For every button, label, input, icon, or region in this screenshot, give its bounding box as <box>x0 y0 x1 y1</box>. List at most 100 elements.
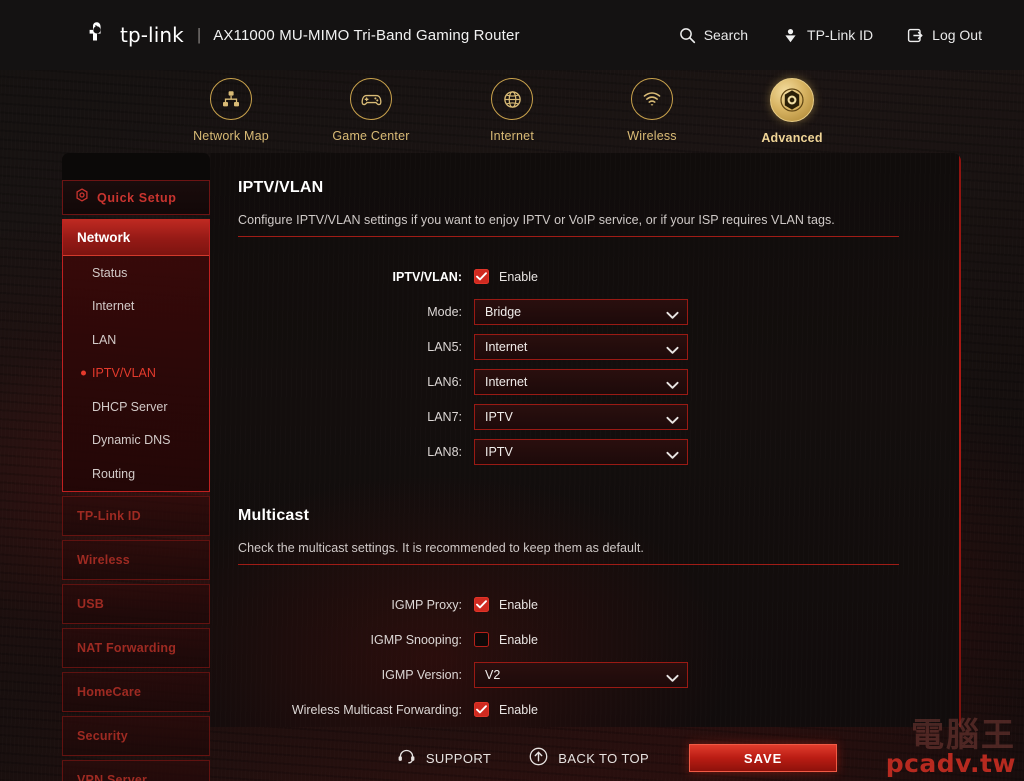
sidebar-group-network: Network Status Internet LAN IPTV/VLAN DH… <box>62 219 210 492</box>
logout-label: Log Out <box>932 27 982 43</box>
tplink-id-label: TP-Link ID <box>807 27 874 43</box>
lan6-label: LAN6: <box>427 374 462 389</box>
footer-bar: SUPPORT BACK TO TOP SAVE <box>210 735 1024 781</box>
chevron-down-icon <box>666 447 679 459</box>
multicast-title: Multicast <box>238 507 310 524</box>
brand-separator: | <box>196 25 202 44</box>
sidebar-subitem-label: Routing <box>92 466 136 481</box>
page-title: IPTV/VLAN <box>238 179 324 196</box>
sidebar-item-security[interactable]: Security <box>62 715 210 756</box>
igmp-proxy-label: IGMP Proxy: <box>391 597 462 612</box>
mode-label: Mode: <box>427 304 462 319</box>
section-divider <box>238 236 899 237</box>
search-button[interactable]: Search <box>679 27 748 44</box>
sidebar-item-internet[interactable]: Internet <box>63 290 209 324</box>
iptv-enable-checkbox[interactable]: Enable <box>474 269 538 284</box>
sidebar-subitem-label: Internet <box>92 299 135 314</box>
game-center-ring <box>350 78 392 120</box>
chevron-down-icon <box>666 377 679 389</box>
tplink-id-button[interactable]: TP-Link ID <box>782 27 873 44</box>
checkbox-label: Enable <box>499 632 538 647</box>
nav-game-center[interactable]: Game Center <box>306 78 436 143</box>
sidebar-item-dynamic-dns[interactable]: Dynamic DNS <box>63 424 209 458</box>
gamepad-icon <box>360 94 382 105</box>
nav-network-map[interactable]: Network Map <box>166 78 296 143</box>
lan7-row: LAN7: IPTV <box>238 399 899 434</box>
lan6-value: Internet <box>485 374 528 389</box>
content-panel: IPTV/VLAN Configure IPTV/VLAN settings i… <box>210 153 961 727</box>
nav-internet[interactable]: Internet <box>447 78 577 143</box>
chevron-down-icon <box>666 307 679 319</box>
page-body: Quick Setup Network Status Internet LAN … <box>0 153 1024 781</box>
support-label: SUPPORT <box>425 750 492 766</box>
sidebar-section-label: TP-Link ID <box>77 508 141 523</box>
sidebar-section-label: Wireless <box>77 552 130 567</box>
igmp-version-select[interactable]: V2 <box>474 661 688 688</box>
search-label: Search <box>703 27 749 43</box>
mode-row: Mode: Bridge <box>238 294 899 329</box>
lan8-label: LAN8: <box>427 444 462 459</box>
igmp-snooping-row: IGMP Snooping: Enable <box>238 622 899 657</box>
nav-wireless[interactable]: Wireless <box>587 78 717 143</box>
lan8-row: LAN8: IPTV <box>238 434 899 469</box>
checkbox-box <box>474 702 489 717</box>
sidebar-item-wireless[interactable]: Wireless <box>62 539 210 580</box>
search-icon <box>679 27 696 44</box>
lan5-value: Internet <box>485 339 528 354</box>
checkbox-label: Enable <box>499 269 538 284</box>
gear-hex-icon <box>780 88 804 112</box>
iptv-form: IPTV/VLAN: Enable Mode: Bridge LAN5: Int… <box>238 259 899 469</box>
check-icon <box>476 272 487 281</box>
sidebar-item-nat-forwarding[interactable]: NAT Forwarding <box>62 627 210 668</box>
sidebar-section-label: Security <box>77 728 128 743</box>
router-model: AX11000 MU-MIMO Tri-Band Gaming Router <box>213 26 520 44</box>
lan8-value: IPTV <box>485 444 513 459</box>
sidebar-item-homecare[interactable]: HomeCare <box>62 671 210 712</box>
sidebar-subitem-label: Status <box>92 265 128 280</box>
multicast-form: IGMP Proxy: Enable IGMP Snooping: Enable… <box>238 587 899 727</box>
lan6-row: LAN6: Internet <box>238 364 899 399</box>
sidebar-item-iptv-vlan[interactable]: IPTV/VLAN <box>63 357 209 391</box>
sidebar-item-lan[interactable]: LAN <box>63 323 209 357</box>
save-button[interactable]: SAVE <box>689 744 838 772</box>
sidebar-item-routing[interactable]: Routing <box>63 457 209 491</box>
nav-network-map-label: Network Map <box>193 129 269 143</box>
globe-icon <box>503 90 521 108</box>
header-actions: Search TP-Link ID Log Out <box>679 27 982 44</box>
mode-select[interactable]: Bridge <box>474 298 688 325</box>
sidebar-section-label: NAT Forwarding <box>77 640 177 655</box>
page-header: tp-link | AX11000 MU-MIMO Tri-Band Gamin… <box>0 0 1024 70</box>
check-icon <box>476 705 487 714</box>
back-to-top-button[interactable]: BACK TO TOP <box>529 747 649 769</box>
sidebar-item-quick-setup[interactable]: Quick Setup <box>62 180 210 215</box>
logout-icon <box>907 27 924 44</box>
router-admin-page: tp-link | AX11000 MU-MIMO Tri-Band Gamin… <box>0 0 1024 781</box>
sidebar-item-status[interactable]: Status <box>63 256 209 290</box>
chevron-down-icon <box>666 670 679 682</box>
lan5-select[interactable]: Internet <box>474 333 688 360</box>
support-button[interactable]: SUPPORT <box>397 747 491 769</box>
igmp-proxy-checkbox[interactable]: Enable <box>474 597 538 612</box>
logout-button[interactable]: Log Out <box>907 27 982 44</box>
sidebar-item-usb[interactable]: USB <box>62 583 210 624</box>
lan7-select[interactable]: IPTV <box>474 403 688 430</box>
sidebar-item-tp-link-id[interactable]: TP-Link ID <box>62 495 210 536</box>
lan6-select[interactable]: Internet <box>474 368 688 395</box>
section-divider <box>238 564 899 565</box>
sidebar-section-label: USB <box>77 596 104 611</box>
sidebar-item-network[interactable]: Network <box>63 219 209 256</box>
wireless-multicast-forwarding-label: Wireless Multicast Forwarding: <box>291 702 462 717</box>
internet-ring <box>491 78 533 120</box>
multicast-section: Multicast Check the multicast settings. … <box>238 507 899 727</box>
nav-wireless-label: Wireless <box>627 129 677 143</box>
tplink-id-icon <box>782 27 799 44</box>
nav-advanced[interactable]: Advanced <box>727 78 857 145</box>
sidebar-subitem-label: Dynamic DNS <box>92 433 171 448</box>
checkbox-box <box>474 269 489 284</box>
igmp-snooping-checkbox[interactable]: Enable <box>474 632 538 647</box>
lan8-select[interactable]: IPTV <box>474 438 688 465</box>
sidebar-item-vpn-server[interactable]: VPN Server <box>62 759 210 781</box>
headset-icon <box>397 747 416 769</box>
sidebar-item-dhcp-server[interactable]: DHCP Server <box>63 390 209 424</box>
wireless-multicast-forwarding-checkbox[interactable]: Enable <box>474 702 538 717</box>
